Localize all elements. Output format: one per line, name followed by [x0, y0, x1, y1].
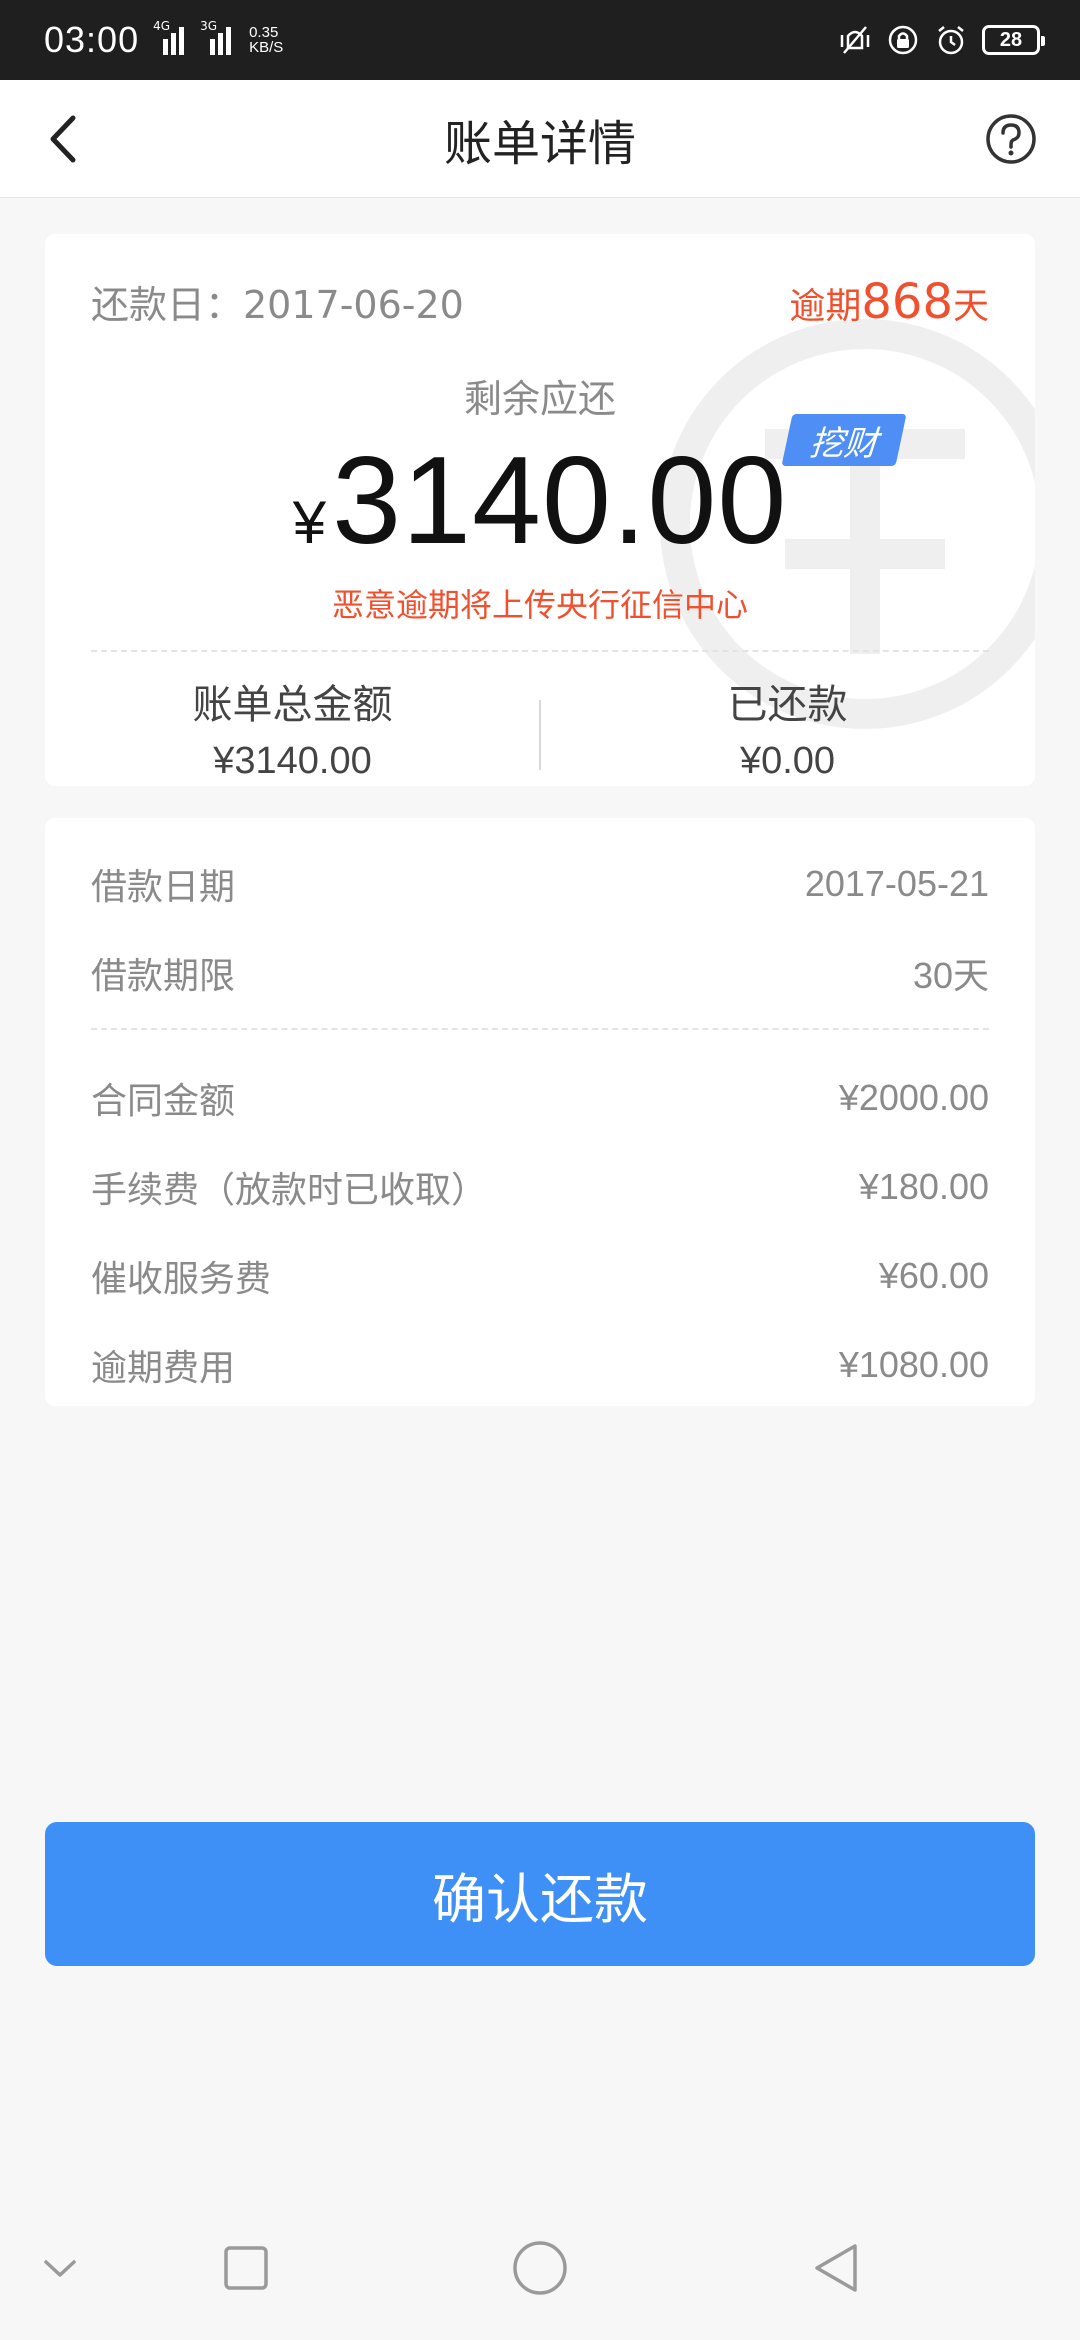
app-header: 账单详情 — [0, 80, 1080, 198]
details-divider — [91, 1028, 989, 1030]
network-indicators: 4G 3G 0.35 KB/S — [153, 19, 283, 55]
question-circle-icon — [986, 114, 1036, 164]
chevron-left-icon — [50, 115, 76, 163]
circle-icon — [513, 2241, 567, 2295]
rotation-lock-icon — [888, 25, 918, 55]
network-3g-label: 3G — [200, 19, 218, 33]
credit-warning: 恶意逾期将上传央行征信中心 — [331, 586, 748, 624]
detail-value: ¥180.00 — [858, 1166, 989, 1207]
status-time: 03:00 — [44, 19, 140, 60]
detail-value: ¥2000.00 — [838, 1077, 989, 1118]
nav-recents-button[interactable] — [216, 2238, 276, 2298]
help-button[interactable] — [984, 112, 1038, 166]
detail-value: 30天 — [912, 955, 989, 996]
network-speed-value: 0.35 — [249, 24, 279, 41]
detail-label: 手续费（放款时已收取） — [91, 1170, 488, 1211]
detail-row-collection-fee: 催收服务费 ¥60.00 — [91, 1246, 989, 1306]
total-amount-value: ¥3140.00 — [213, 740, 372, 782]
chevron-down-icon — [44, 2260, 76, 2277]
overdue-days: 868 — [861, 274, 953, 330]
confirm-repayment-button[interactable]: 确认还款 — [45, 1822, 1035, 1966]
network-speed: 0.35 KB/S — [249, 25, 283, 55]
total-amount-stat: 账单总金额 ¥3140.00 — [45, 672, 540, 783]
detail-row-contract-amount: 合同金额 ¥2000.00 — [91, 1068, 989, 1128]
status-right: 28 — [838, 23, 1045, 57]
signal-3g-icon: 3G — [200, 19, 239, 55]
status-bar: 03:00 4G 3G 0.35 KB/S 28 — [0, 0, 1080, 80]
detail-label: 借款期限 — [91, 956, 236, 997]
overdue-badge: 逾期 868 天 — [789, 274, 989, 330]
network-speed-unit: KB/S — [249, 39, 284, 56]
detail-row-loan-term: 借款期限 30天 — [91, 943, 989, 1003]
battery-icon: 28 — [982, 25, 1045, 55]
detail-label: 逾期费用 — [91, 1348, 236, 1389]
square-icon — [224, 2246, 268, 2290]
currency-symbol: ¥ — [292, 489, 327, 556]
amount-value: 3140.00 — [332, 432, 788, 570]
status-left: 03:00 4G 3G 0.35 KB/S — [44, 19, 283, 61]
detail-label: 催收服务费 — [91, 1259, 272, 1300]
back-button[interactable] — [38, 114, 88, 164]
system-nav-bar — [0, 2196, 1080, 2340]
detail-label: 合同金额 — [91, 1081, 236, 1122]
battery-level: 28 — [999, 28, 1023, 51]
detail-value: ¥1080.00 — [838, 1344, 989, 1385]
loan-details-card: 借款日期 2017-05-21 借款期限 30天 合同金额 ¥2000.00 手… — [45, 818, 1035, 1406]
nav-hide-button[interactable] — [30, 2238, 90, 2298]
triangle-back-icon — [815, 2244, 857, 2292]
nav-back-button[interactable] — [806, 2238, 866, 2298]
summary-divider — [91, 650, 989, 652]
overdue-suffix: 天 — [952, 286, 989, 327]
detail-label: 借款日期 — [91, 867, 236, 908]
paid-amount-stat: 已还款 ¥0.00 — [540, 672, 1035, 783]
detail-row-loan-date: 借款日期 2017-05-21 — [91, 854, 989, 914]
due-date: 还款日：2017-06-20 — [91, 283, 464, 327]
vibrate-icon — [840, 26, 870, 54]
paid-amount-label: 已还款 — [727, 682, 848, 728]
detail-row-service-fee: 手续费（放款时已收取） ¥180.00 — [91, 1157, 989, 1217]
detail-value: ¥60.00 — [878, 1255, 989, 1296]
detail-value: 2017-05-21 — [804, 863, 989, 904]
brand-tag-label: 挖财 — [808, 423, 880, 464]
detail-row-overdue-fee: 逾期费用 ¥1080.00 — [91, 1335, 989, 1395]
total-amount-label: 账单总金额 — [192, 682, 393, 728]
brand-tag: 挖财 — [781, 414, 907, 466]
network-4g-label: 4G — [153, 19, 171, 33]
signal-4g-icon: 4G — [153, 19, 192, 55]
paid-amount-value: ¥0.00 — [739, 740, 836, 782]
overdue-prefix: 逾期 — [789, 286, 862, 327]
bill-summary-card: 还款日：2017-06-20 逾期 868 天 剩余应还 ¥ 3140.00 挖… — [45, 234, 1035, 786]
page-title: 账单详情 — [443, 115, 636, 172]
alarm-icon — [938, 26, 964, 55]
nav-home-button[interactable] — [510, 2238, 570, 2298]
